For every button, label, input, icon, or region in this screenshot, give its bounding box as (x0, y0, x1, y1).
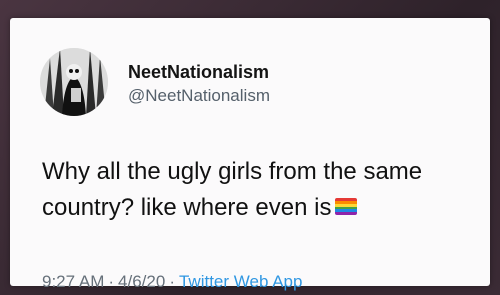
tweet-date[interactable]: 4/6/20 (118, 272, 165, 291)
separator: · (108, 272, 115, 291)
separator: · (169, 272, 175, 291)
rainbow-flag-icon (335, 198, 358, 216)
display-name[interactable]: NeetNationalism (128, 62, 269, 83)
tweet-card: NeetNationalism @NeetNationalism Why all… (10, 18, 490, 291)
tweet-metadata: 9:27 AM · 4/6/20 · Twitter Web App (42, 272, 302, 292)
user-handle[interactable]: @NeetNationalism (128, 86, 270, 106)
tweet-text-line: Why all the ugly girls from the same (42, 158, 423, 185)
tweet-source-link[interactable]: Twitter Web App (179, 272, 302, 291)
avatar-image (40, 48, 108, 116)
tweet-time[interactable]: 9:27 AM (42, 272, 104, 291)
tweet-text-line: country? like where even is (42, 190, 482, 226)
avatar[interactable] (40, 48, 108, 116)
tweet-text-fragment: country? like where even is (42, 194, 332, 221)
tweet-text: Why all the ugly girls from the same cou… (42, 154, 482, 226)
